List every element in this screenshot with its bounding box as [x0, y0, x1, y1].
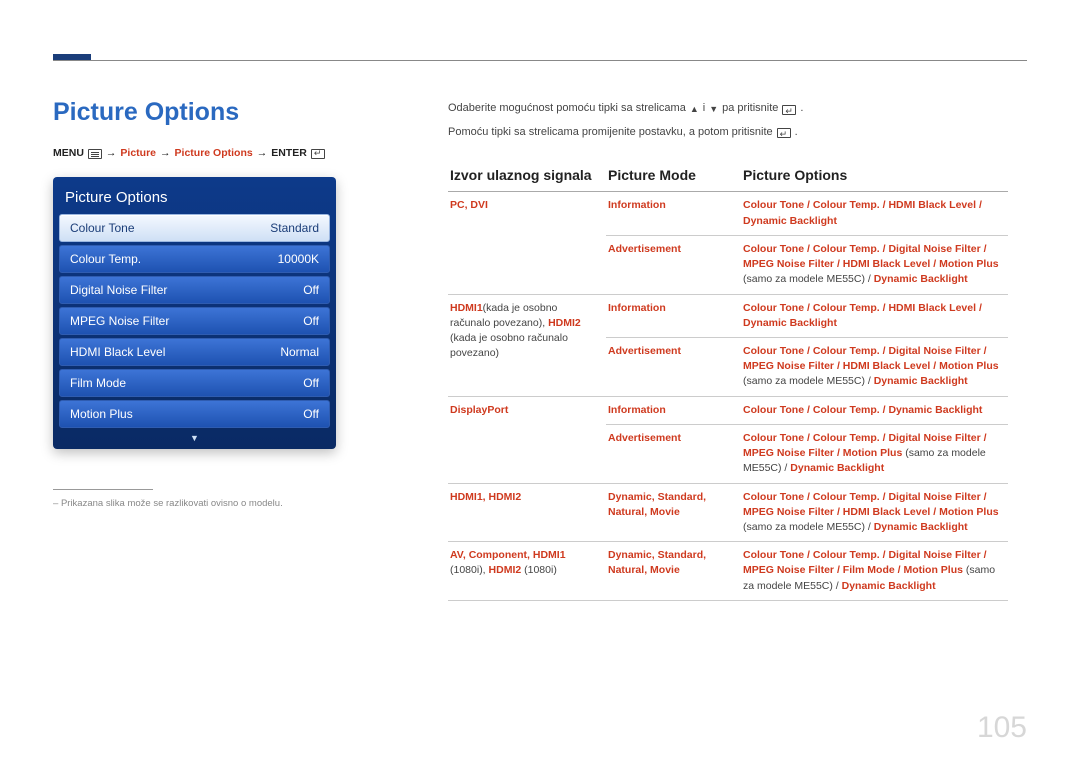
enter-icon — [777, 128, 791, 138]
panel-row-label: Digital Noise Filter — [70, 283, 167, 297]
panel-row-film-mode[interactable]: Film Mode Off — [59, 369, 330, 397]
table-row: AV, Component, HDMI1 (1080i), HDMI2 (108… — [448, 542, 1008, 601]
panel-row-value: Off — [303, 283, 319, 297]
th-mode: Picture Mode — [606, 161, 741, 192]
scroll-down-icon: ▼ — [59, 431, 330, 443]
breadcrumb-picture-options: Picture Options — [175, 147, 253, 159]
breadcrumb-picture: Picture — [120, 147, 156, 159]
page-number: 105 — [977, 711, 1027, 745]
enter-icon — [311, 149, 325, 159]
arrow-down-icon: ▼ — [709, 102, 718, 116]
panel-row-value: Standard — [270, 221, 319, 235]
panel-row-label: HDMI Black Level — [70, 345, 165, 359]
panel-row-value: Off — [303, 407, 319, 421]
panel-row-label: Film Mode — [70, 376, 126, 390]
panel-row-colour-tone[interactable]: Colour Tone Standard — [59, 214, 330, 242]
panel-row-label: Motion Plus — [70, 407, 133, 421]
table-row: HDMI1(kada je osobno računalo povezano),… — [448, 294, 1008, 337]
panel-row-label: Colour Tone — [70, 221, 135, 235]
table-row: PC, DVI Information Colour Tone / Colour… — [448, 192, 1008, 235]
options-table: Izvor ulaznog signala Picture Mode Pictu… — [448, 161, 1008, 601]
panel-row-colour-temp-[interactable]: Colour Temp. 10000K — [59, 245, 330, 273]
panel-row-mpeg-noise-filter[interactable]: MPEG Noise Filter Off — [59, 307, 330, 335]
enter-icon — [782, 105, 796, 115]
panel-row-motion-plus[interactable]: Motion Plus Off — [59, 400, 330, 428]
panel-row-label: MPEG Noise Filter — [70, 314, 169, 328]
panel-row-label: Colour Temp. — [70, 252, 141, 266]
panel-row-value: 10000K — [278, 252, 319, 266]
left-column: Picture Options MENU → Picture → Picture… — [53, 60, 413, 509]
intro-line-2: Pomoću tipki sa strelicama promijenite p… — [448, 124, 1008, 142]
panel-title: Picture Options — [59, 183, 330, 214]
menu-icon — [88, 149, 102, 159]
arrow-up-icon: ▲ — [690, 102, 699, 116]
intro-line-1: Odaberite mogućnost pomoću tipki sa stre… — [448, 100, 1008, 118]
breadcrumb-enter: ENTER — [271, 147, 307, 159]
right-column: Odaberite mogućnost pomoću tipki sa stre… — [448, 100, 1008, 601]
panel-row-digital-noise-filter[interactable]: Digital Noise Filter Off — [59, 276, 330, 304]
th-options: Picture Options — [741, 161, 1008, 192]
th-source: Izvor ulaznog signala — [448, 161, 606, 192]
footnote-text: Prikazana slika može se razlikovati ovis… — [53, 498, 413, 509]
breadcrumb: MENU → Picture → Picture Options → ENTER — [53, 147, 413, 159]
table-row: HDMI1, HDMI2 Dynamic, Standard, Natural,… — [448, 483, 1008, 542]
panel-row-value: Off — [303, 314, 319, 328]
panel-row-value: Normal — [280, 345, 319, 359]
panel-row-hdmi-black-level[interactable]: HDMI Black Level Normal — [59, 338, 330, 366]
page-title: Picture Options — [53, 98, 413, 127]
panel-row-value: Off — [303, 376, 319, 390]
table-row: DisplayPort Information Colour Tone / Co… — [448, 396, 1008, 424]
footnote-divider — [53, 489, 153, 490]
osd-panel: Picture Options Colour ToneStandardColou… — [53, 177, 336, 449]
breadcrumb-menu: MENU — [53, 147, 84, 159]
